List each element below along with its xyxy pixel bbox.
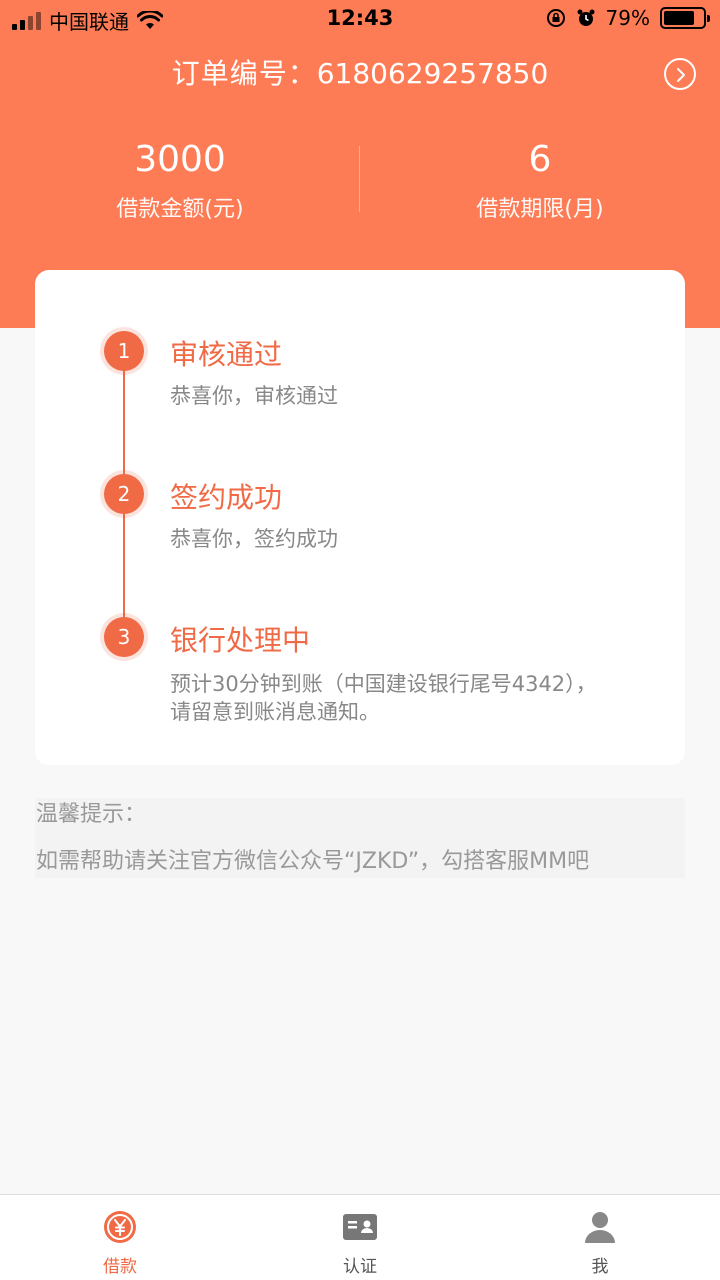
tips-title: 温馨提示： bbox=[36, 802, 147, 827]
status-right: 79% bbox=[546, 6, 710, 30]
tips-text: 如需帮助请关注官方微信公众号“JZKD”，勾搭客服MM吧 bbox=[36, 849, 590, 874]
loan-amount-stat: 3000 借款金额(元) bbox=[0, 138, 360, 226]
step-number: 2 bbox=[104, 474, 144, 514]
person-icon bbox=[585, 1212, 615, 1243]
order-detail-button[interactable] bbox=[664, 58, 696, 90]
tab-me[interactable]: 我 bbox=[480, 1195, 720, 1280]
step-title: 银行处理中 bbox=[170, 624, 311, 657]
order-number-value: 6180629257850 bbox=[316, 57, 549, 90]
loan-amount-label: 借款金额(元) bbox=[116, 197, 244, 222]
step-description: 恭喜你，审核通过 bbox=[170, 384, 338, 408]
step-title: 签约成功 bbox=[170, 481, 283, 514]
alarm-icon bbox=[577, 9, 595, 26]
tab-verify[interactable]: 认证 bbox=[240, 1195, 480, 1280]
status-bar: 中国联通 12:43 79% bbox=[0, 0, 720, 40]
step-title: 审核通过 bbox=[170, 338, 283, 371]
rotation-lock-icon bbox=[546, 9, 565, 27]
tab-label: 认证 bbox=[343, 1257, 377, 1277]
step-description-line-2: 请留意到账消息通知。 bbox=[170, 700, 380, 724]
loan-term-label: 借款期限(月) bbox=[476, 197, 604, 222]
battery-percent: 79% bbox=[605, 6, 650, 30]
loan-amount-value: 3000 bbox=[134, 139, 226, 180]
loan-term-value: 6 bbox=[528, 139, 552, 180]
app-screen: 中国联通 12:43 79% 订单编号：6180629257850 3000 借… bbox=[0, 0, 720, 1280]
tab-bar: 借款 认证 我 bbox=[0, 1194, 720, 1280]
tab-label: 借款 bbox=[103, 1257, 137, 1277]
chevron-right-icon bbox=[677, 68, 685, 82]
battery-icon bbox=[660, 7, 710, 29]
order-number-row: 订单编号：6180629257850 bbox=[0, 54, 720, 94]
id-card-icon bbox=[343, 1214, 377, 1240]
step-description: 恭喜你，签约成功 bbox=[170, 527, 338, 551]
battery-level bbox=[664, 11, 695, 25]
loan-term-stat: 6 借款期限(月) bbox=[360, 138, 720, 226]
step-number: 3 bbox=[104, 617, 144, 657]
step-description: 预计30分钟到账（中国建设银行尾号4342）， bbox=[170, 672, 597, 696]
tab-loan[interactable]: 借款 bbox=[0, 1195, 240, 1280]
step-number: 1 bbox=[104, 331, 144, 371]
tab-label: 我 bbox=[591, 1257, 609, 1277]
order-number-label: 订单编号： bbox=[171, 57, 317, 90]
yuan-icon bbox=[104, 1211, 136, 1243]
